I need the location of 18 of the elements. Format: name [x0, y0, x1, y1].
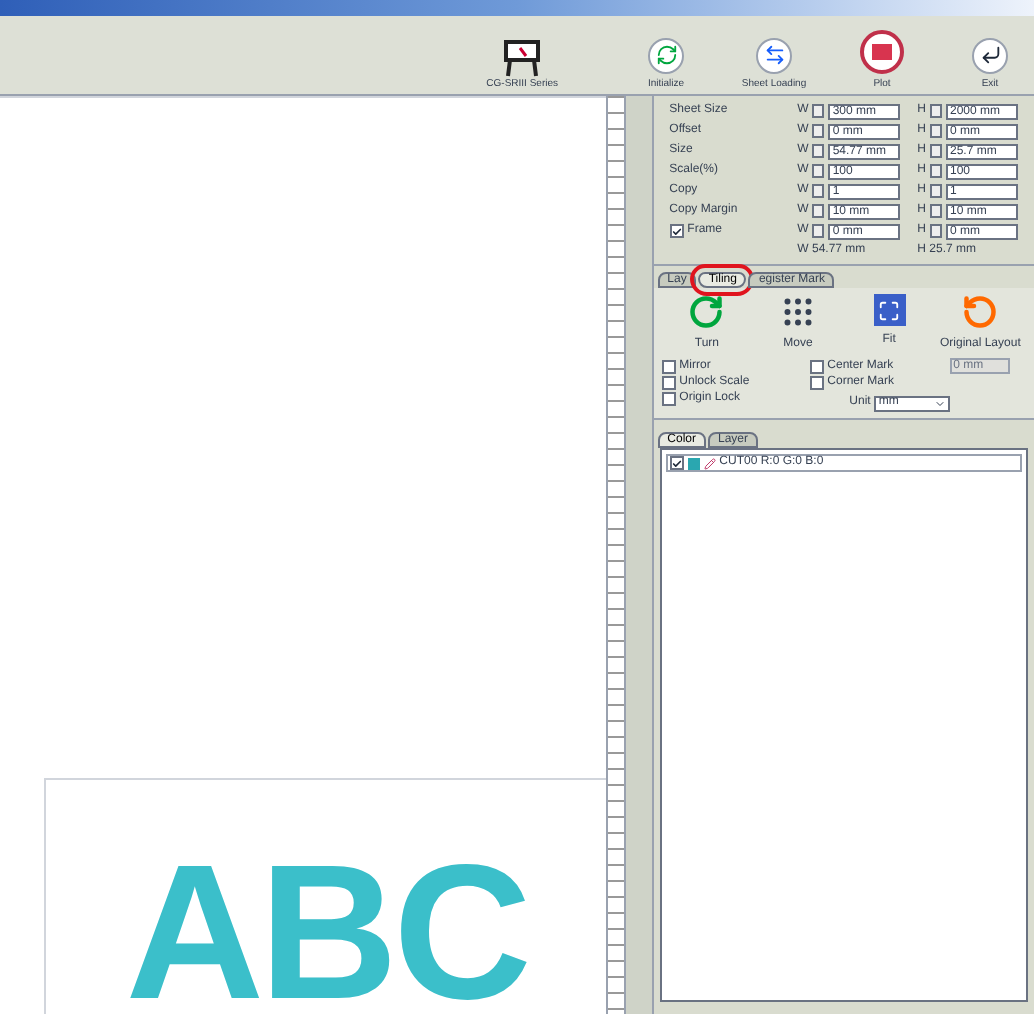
checkbox[interactable] — [809, 359, 824, 373]
pencil-icon — [703, 457, 716, 469]
swap-arrows-icon — [756, 37, 792, 73]
dots-grid-icon — [780, 294, 817, 330]
checkbox[interactable] — [661, 359, 676, 373]
refresh-icon — [648, 37, 684, 73]
checkbox[interactable] — [661, 391, 676, 405]
checkbox[interactable] — [809, 375, 824, 389]
plot-icon — [860, 29, 904, 73]
reset-icon — [962, 294, 999, 330]
checkbox[interactable] — [661, 375, 676, 389]
artwork-text: ABC — [125, 854, 528, 1014]
plotter-icon — [502, 37, 543, 77]
fit-icon — [873, 294, 906, 326]
chevron-down-icon — [933, 397, 946, 409]
visibility-checkbox[interactable] — [669, 456, 684, 470]
checkbox[interactable] — [669, 224, 684, 238]
rotate-icon — [688, 294, 725, 330]
